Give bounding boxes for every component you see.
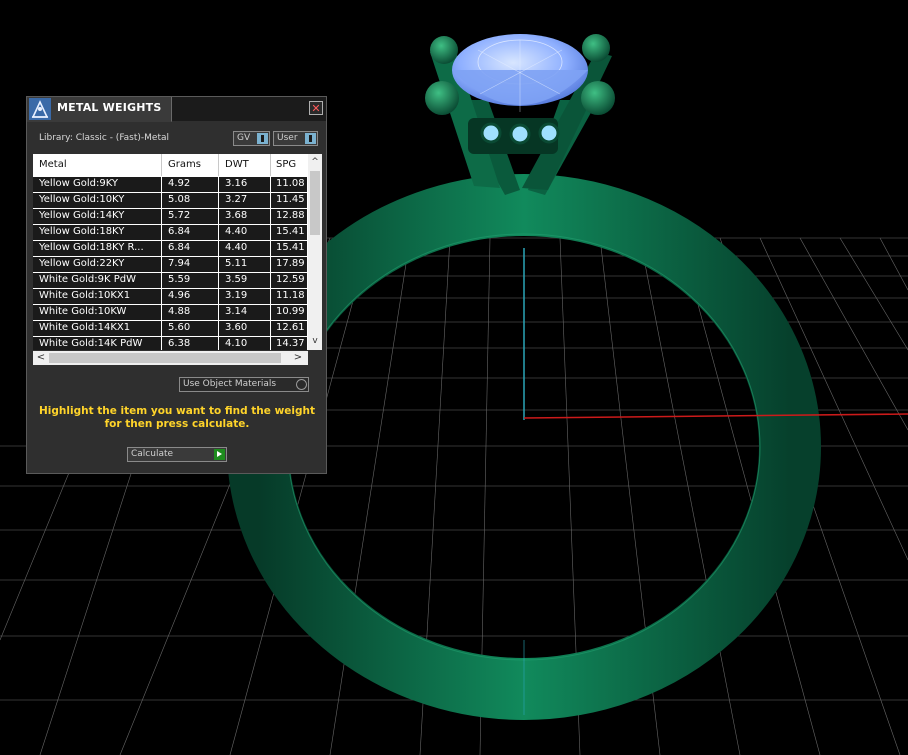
metal-cell: White Gold:10KX1 — [39, 290, 131, 301]
metal-cell: Yellow Gold:18KY R... — [39, 242, 144, 253]
radio-icon[interactable] — [296, 379, 307, 390]
table-row[interactable]: Yellow Gold:18KY 6.84 4.40 15.41 — [33, 225, 307, 241]
scroll-left-icon[interactable]: < — [34, 351, 48, 365]
dropdown-arrow-icon — [305, 133, 316, 144]
dwt-cell: 5.11 — [225, 258, 248, 269]
title-tab: METAL WEIGHTS — [27, 97, 172, 122]
spg-cell: 11.08 — [276, 178, 305, 189]
metal-weights-panel: METAL WEIGHTS ✕ Library: Classic - (Fast… — [26, 96, 327, 474]
spg-cell: 15.41 — [276, 226, 305, 237]
metal-cell: White Gold:9K PdW — [39, 274, 136, 285]
dwt-cell: 4.40 — [225, 242, 248, 253]
gv-dropdown[interactable]: GV — [233, 131, 270, 146]
metal-cell: White Gold:10KW — [39, 306, 127, 317]
grams-cell: 6.38 — [168, 338, 191, 349]
table-row[interactable]: Yellow Gold:18KY R... 6.84 4.40 15.41 — [33, 241, 307, 257]
prong-tip — [581, 81, 615, 115]
table-row[interactable]: White Gold:14K PdW 6.38 4.10 14.37 — [33, 337, 307, 350]
scroll-up-icon[interactable]: ^ — [308, 155, 322, 169]
metal-cell: White Gold:14KX1 — [39, 322, 131, 333]
spg-cell: 14.37 — [276, 338, 305, 349]
spg-cell: 12.59 — [276, 274, 305, 285]
dwt-cell: 4.10 — [225, 338, 248, 349]
grams-cell: 5.60 — [168, 322, 191, 333]
grams-cell: 4.92 — [168, 178, 191, 189]
play-arrow-icon — [214, 449, 225, 460]
prong-tip — [425, 81, 459, 115]
dwt-cell: 3.14 — [225, 306, 248, 317]
user-dropdown-label: User — [277, 133, 298, 143]
instruction-text: Highlight the item you want to find the … — [37, 405, 317, 431]
column-header-spg[interactable]: SPG — [276, 159, 296, 170]
dwt-cell: 3.19 — [225, 290, 248, 301]
table-row[interactable]: White Gold:14KX1 5.60 3.60 12.61 — [33, 321, 307, 337]
calculate-button[interactable]: Calculate — [127, 447, 227, 462]
table-row[interactable]: Yellow Gold:10KY 5.08 3.27 11.45 — [33, 193, 307, 209]
grams-cell: 4.96 — [168, 290, 191, 301]
spg-cell: 10.99 — [276, 306, 305, 317]
dwt-cell: 4.40 — [225, 226, 248, 237]
calculate-label: Calculate — [131, 449, 174, 459]
instruction-line: Highlight the item you want to find the … — [39, 405, 315, 417]
grams-cell: 5.08 — [168, 194, 191, 205]
metal-cell: Yellow Gold:9KY — [39, 178, 118, 189]
metal-weights-app-icon — [29, 98, 51, 120]
dwt-cell: 3.27 — [225, 194, 248, 205]
column-header-grams[interactable]: Grams — [168, 159, 201, 170]
dwt-cell: 3.16 — [225, 178, 248, 189]
table-row[interactable]: White Gold:10KX1 4.96 3.19 11.18 — [33, 289, 307, 305]
dropdown-arrow-icon — [257, 133, 268, 144]
spg-cell: 12.88 — [276, 210, 305, 221]
dwt-cell: 3.68 — [225, 210, 248, 221]
table-row[interactable]: Yellow Gold:22KY 7.94 5.11 17.89 — [33, 257, 307, 273]
spg-cell: 12.61 — [276, 322, 305, 333]
grams-cell: 5.72 — [168, 210, 191, 221]
panel-titlebar[interactable]: METAL WEIGHTS ✕ — [27, 97, 326, 122]
library-label: Library: Classic - (Fast)-Metal — [39, 133, 170, 143]
scroll-thumb[interactable] — [49, 353, 281, 363]
user-dropdown[interactable]: User — [273, 131, 318, 146]
scroll-down-icon[interactable]: v — [308, 334, 322, 348]
prong-tip — [430, 36, 458, 64]
table-row[interactable]: White Gold:10KW 4.88 3.14 10.99 — [33, 305, 307, 321]
gv-dropdown-label: GV — [237, 133, 251, 143]
grams-cell: 4.88 — [168, 306, 191, 317]
prong-tip — [582, 34, 610, 62]
grams-cell: 6.84 — [168, 242, 191, 253]
instruction-line: for then press calculate. — [104, 418, 250, 430]
table-body: Yellow Gold:9KY 4.92 3.16 11.08 Yellow Gold:… — [33, 177, 307, 350]
metal-cell: Yellow Gold:14KY — [39, 210, 125, 221]
table-header: Metal Grams DWT SPG — [33, 154, 307, 176]
column-header-dwt[interactable]: DWT — [225, 159, 249, 170]
close-button[interactable]: ✕ — [309, 101, 323, 115]
metal-cell: Yellow Gold:22KY — [39, 258, 125, 269]
metal-table: Metal Grams DWT SPG Yellow Gold:9KY 4.92 3… — [33, 154, 322, 350]
spg-cell: 11.18 — [276, 290, 305, 301]
spg-cell: 11.45 — [276, 194, 305, 205]
close-icon: ✕ — [311, 102, 321, 115]
column-header-metal[interactable]: Metal — [39, 159, 67, 170]
grams-cell: 7.94 — [168, 258, 191, 269]
dwt-cell: 3.60 — [225, 322, 248, 333]
use-object-materials-label: Use Object Materials — [183, 379, 277, 389]
scroll-right-icon[interactable]: > — [291, 351, 305, 365]
horizontal-scrollbar[interactable]: < > — [33, 351, 308, 365]
grams-cell: 6.84 — [168, 226, 191, 237]
vertical-scrollbar[interactable]: ^ v — [308, 154, 322, 350]
spg-cell: 15.41 — [276, 242, 305, 253]
table-row[interactable]: Yellow Gold:9KY 4.92 3.16 11.08 — [33, 177, 307, 193]
dwt-cell: 3.59 — [225, 274, 248, 285]
metal-cell: White Gold:14K PdW — [39, 338, 143, 349]
x-axis — [523, 413, 908, 419]
metal-cell: Yellow Gold:10KY — [39, 194, 125, 205]
scroll-thumb[interactable] — [310, 171, 320, 235]
panel-title: METAL WEIGHTS — [57, 101, 162, 114]
spg-cell: 17.89 — [276, 258, 305, 269]
table-row[interactable]: White Gold:9K PdW 5.59 3.59 12.59 — [33, 273, 307, 289]
use-object-materials-toggle[interactable]: Use Object Materials — [179, 377, 309, 392]
grams-cell: 5.59 — [168, 274, 191, 285]
table-row[interactable]: Yellow Gold:14KY 5.72 3.68 12.88 — [33, 209, 307, 225]
metal-cell: Yellow Gold:18KY — [39, 226, 125, 237]
